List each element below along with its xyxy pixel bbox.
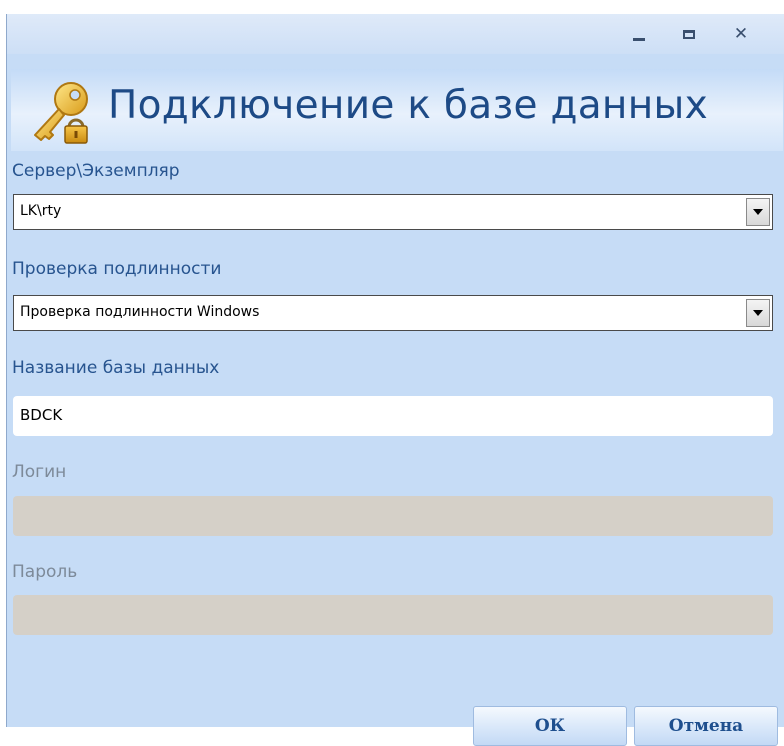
login-input[interactable] (13, 496, 773, 536)
cancel-button[interactable]: Отмена (634, 706, 778, 746)
database-input[interactable]: BDCK (13, 396, 773, 436)
server-select[interactable]: LK\rty (13, 194, 773, 230)
minimize-icon (633, 37, 645, 41)
minimize-button[interactable] (619, 18, 659, 50)
database-value: BDCK (20, 406, 63, 424)
auth-select[interactable]: Проверка подлинности Windows (13, 295, 773, 331)
maximize-icon (683, 29, 695, 39)
dialog-header: Подключение к базе данных (11, 69, 783, 151)
auth-dropdown-button[interactable] (746, 299, 770, 327)
close-icon: ✕ (733, 24, 749, 44)
title-bar: ✕ (7, 14, 784, 54)
auth-value: Проверка подлинности Windows (20, 304, 260, 320)
key-icon (34, 82, 88, 144)
maximize-button[interactable] (669, 18, 709, 50)
password-input[interactable] (13, 595, 773, 635)
server-value: LK\rty (20, 203, 62, 219)
ok-button[interactable]: ОК (473, 706, 627, 746)
close-button[interactable]: ✕ (721, 18, 761, 50)
chevron-down-icon (753, 209, 763, 215)
database-label: Название базы данных (12, 358, 220, 378)
dialog-title: Подключение к базе данных (108, 83, 709, 128)
server-dropdown-button[interactable] (746, 198, 770, 226)
auth-label: Проверка подлинности (12, 259, 222, 279)
server-label: Сервер\Экземпляр (12, 161, 180, 181)
login-label: Логин (12, 462, 67, 482)
chevron-down-icon (753, 310, 763, 316)
password-label: Пароль (12, 562, 78, 582)
